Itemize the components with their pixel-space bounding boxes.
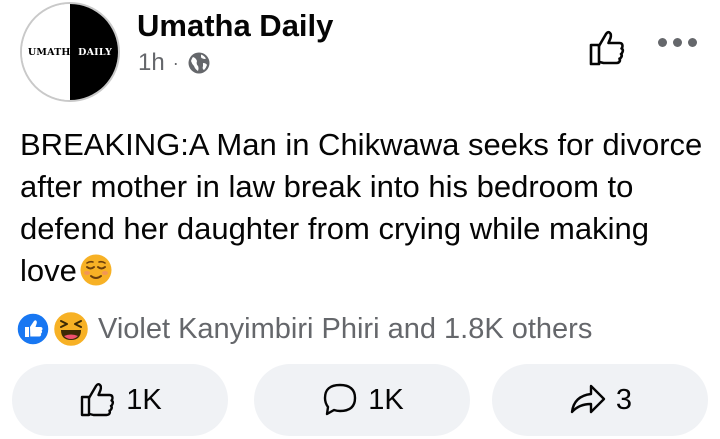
share-count: 3 — [615, 383, 633, 416]
post-text: BREAKING:A Man in Chikwawa seeks for div… — [20, 124, 710, 292]
thumbs-up-icon — [81, 383, 115, 417]
comment-bubble-icon — [324, 383, 357, 416]
reactions-summary-text[interactable]: Violet Kanyimbiri Phiri and 1.8K others — [98, 313, 592, 346]
haha-reaction-icon — [52, 310, 90, 348]
globe-icon — [188, 52, 210, 74]
relieved-face-emoji-icon — [80, 254, 112, 286]
like-reaction-icon — [16, 312, 50, 346]
share-button[interactable]: 3 — [492, 364, 708, 436]
post-body-text: BREAKING:A Man in Chikwawa seeks for div… — [20, 127, 703, 288]
like-count: 1K — [126, 383, 162, 416]
like-page-button-icon[interactable] — [588, 28, 628, 68]
avatar-logo-text: UMATHADAILY — [27, 47, 113, 58]
comment-count: 1K — [368, 383, 404, 416]
more-options-icon[interactable] — [658, 38, 698, 52]
reaction-icons — [16, 309, 94, 349]
post-meta: 1h · — [138, 49, 211, 77]
share-arrow-icon — [570, 384, 606, 414]
reactions-summary[interactable]: Violet Kanyimbiri Phiri and 1.8K others — [16, 309, 592, 349]
post-actions: 1K 1K 3 — [12, 364, 712, 436]
page-name[interactable]: Umatha Daily — [137, 8, 333, 44]
post-time[interactable]: 1h — [138, 49, 165, 77]
page-avatar[interactable]: UMATHADAILY — [20, 2, 120, 102]
like-button[interactable]: 1K — [12, 364, 228, 436]
comment-button[interactable]: 1K — [254, 364, 470, 436]
post-header: UMATHADAILY Umatha Daily 1h · — [0, 0, 720, 110]
meta-separator: · — [172, 52, 179, 73]
